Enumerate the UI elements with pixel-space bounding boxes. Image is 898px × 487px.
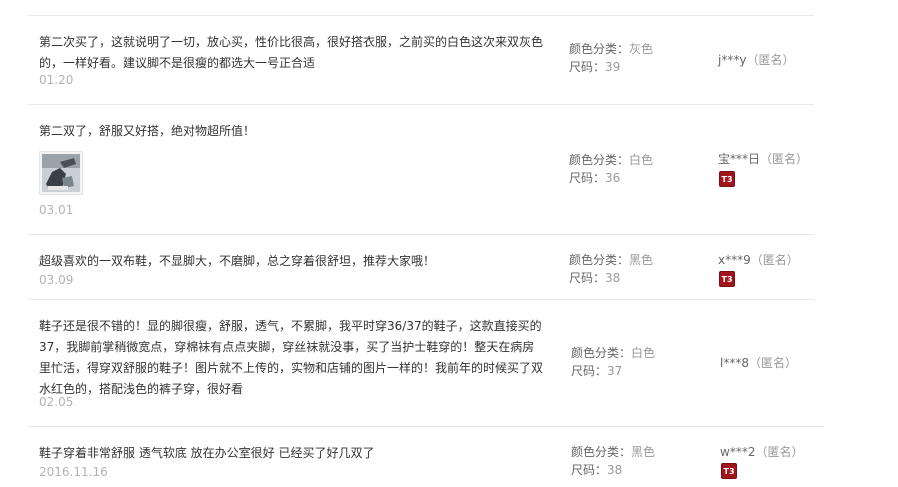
member-level-badge-icon: T3	[719, 171, 735, 187]
review-item: 鞋子穿着非常舒服 透气软底 放在办公室很好 已经买了好几双了 2016.11.1…	[28, 427, 824, 487]
reviewer-name: 宝***日	[718, 152, 761, 166]
anonymous-tag: （匿名）	[748, 356, 797, 370]
shoe-photo-icon	[42, 154, 80, 192]
review-photo-thumbnail[interactable]	[39, 151, 83, 195]
review-item: 鞋子还是很不错的！显的脚很瘦，舒服，透气，不累脚，我平时穿36/37的鞋子，这款…	[28, 300, 824, 427]
reviewer-name: j***y	[718, 53, 747, 67]
review-content: 超级喜欢的一双布鞋，不显脚大，不磨脚，总之穿着很舒坦，推荐大家哦！	[39, 254, 436, 268]
reviewer-name: x***9	[718, 253, 751, 267]
reviewer: 宝***日（匿名）	[718, 150, 808, 168]
reviewer: x***9（匿名）	[718, 251, 799, 269]
color-value: 黑色	[629, 253, 654, 267]
review-content: 鞋子还是很不错的！显的脚很瘦，舒服，透气，不累脚，我平时穿36/37的鞋子，这款…	[39, 319, 544, 396]
sku-info: 颜色分类：灰色 尺码：39	[569, 40, 653, 76]
sku-info: 颜色分类：白色 尺码：37	[571, 344, 655, 380]
color-label: 颜色分类：	[571, 445, 632, 459]
review-date: 03.09	[39, 273, 74, 287]
size-label: 尺码：	[571, 364, 608, 378]
color-label: 颜色分类：	[569, 42, 630, 56]
size-value: 38	[607, 463, 623, 477]
sku-info: 颜色分类：黑色 尺码：38	[571, 443, 655, 479]
color-label: 颜色分类：	[569, 153, 630, 167]
review-date: 02.05	[39, 395, 74, 409]
color-value: 黑色	[631, 445, 656, 459]
review-date: 01.20	[39, 73, 74, 87]
size-label: 尺码：	[569, 60, 606, 74]
member-level-badge-icon: T3	[721, 463, 737, 479]
size-label: 尺码：	[569, 271, 606, 285]
review-content: 第二次买了，这就说明了一切，放心买，性价比很高，很好搭衣服，之前买的白色这次来双…	[39, 35, 544, 70]
sku-info: 颜色分类：白色 尺码：36	[569, 151, 653, 187]
review-item: 第二双了，舒服又好搭，绝对物超所值！ 03.01 颜色分类：白色 尺码：36 宝…	[28, 105, 814, 235]
review-item: 第二次买了，这就说明了一切，放心买，性价比很高，很好搭衣服，之前买的白色这次来双…	[28, 16, 814, 105]
reviewer: w***2（匿名）	[720, 443, 803, 461]
review-content: 第二双了，舒服又好搭，绝对物超所值！	[39, 124, 256, 138]
size-value: 39	[605, 60, 621, 74]
color-value: 白色	[631, 346, 656, 360]
size-value: 38	[605, 271, 621, 285]
anonymous-tag: （匿名）	[746, 53, 795, 67]
anonymous-tag: （匿名）	[755, 445, 804, 459]
color-label: 颜色分类：	[571, 346, 632, 360]
review-date: 2016.11.16	[39, 465, 108, 479]
size-value: 36	[605, 171, 621, 185]
sku-info: 颜色分类：黑色 尺码：38	[569, 251, 653, 287]
size-label: 尺码：	[571, 463, 608, 477]
review-date: 03.01	[39, 203, 74, 217]
review-content: 鞋子穿着非常舒服 透气软底 放在办公室很好 已经买了好几双了	[39, 446, 375, 460]
size-label: 尺码：	[569, 171, 606, 185]
color-label: 颜色分类：	[569, 253, 630, 267]
review-list: 第二次买了，这就说明了一切，放心买，性价比很高，很好搭衣服，之前买的白色这次来双…	[0, 0, 898, 487]
review-item: 超级喜欢的一双布鞋，不显脚大，不磨脚，总之穿着很舒坦，推荐大家哦！ 03.09 …	[28, 235, 814, 300]
color-value: 灰色	[629, 42, 654, 56]
size-value: 37	[607, 364, 623, 378]
reviewer: l***8（匿名）	[720, 354, 797, 372]
reviewer-name: l***8	[720, 356, 749, 370]
reviewer: j***y（匿名）	[718, 51, 794, 69]
member-level-badge-icon: T3	[719, 271, 735, 287]
color-value: 白色	[629, 153, 654, 167]
reviewer-name: w***2	[720, 445, 756, 459]
anonymous-tag: （匿名）	[760, 152, 809, 166]
anonymous-tag: （匿名）	[750, 253, 799, 267]
